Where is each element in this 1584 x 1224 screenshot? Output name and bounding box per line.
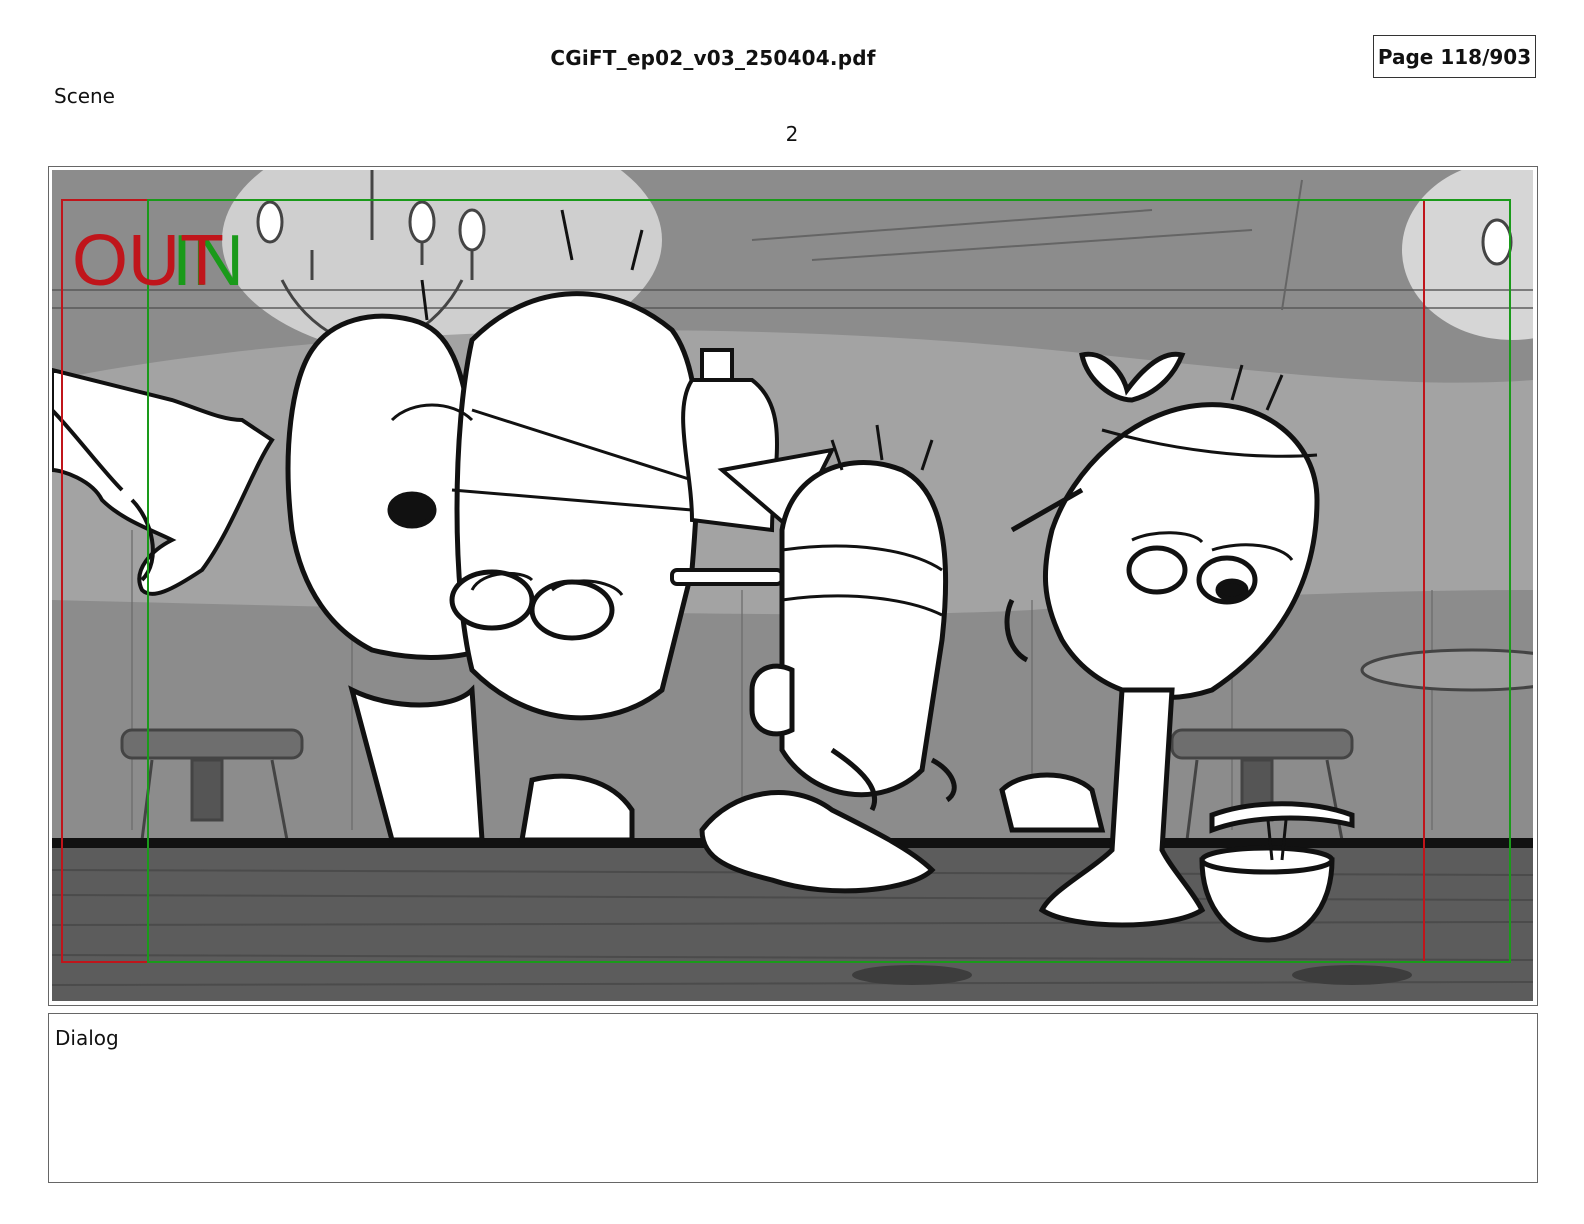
storyboard-drawing: IN OUT	[52, 170, 1533, 1001]
out-label: OUT	[72, 221, 224, 301]
storyboard-panel: IN OUT	[48, 166, 1538, 1006]
dialog-box: Dialog	[48, 1013, 1538, 1183]
scene-number: 2	[785, 122, 799, 146]
dialog-label: Dialog	[55, 1026, 119, 1050]
page-counter: Page 118/903	[1373, 35, 1536, 78]
document-title: CGiFT_ep02_v03_250404.pdf	[550, 46, 876, 70]
round-table	[1360, 648, 1533, 692]
scene-label: Scene	[54, 84, 115, 108]
